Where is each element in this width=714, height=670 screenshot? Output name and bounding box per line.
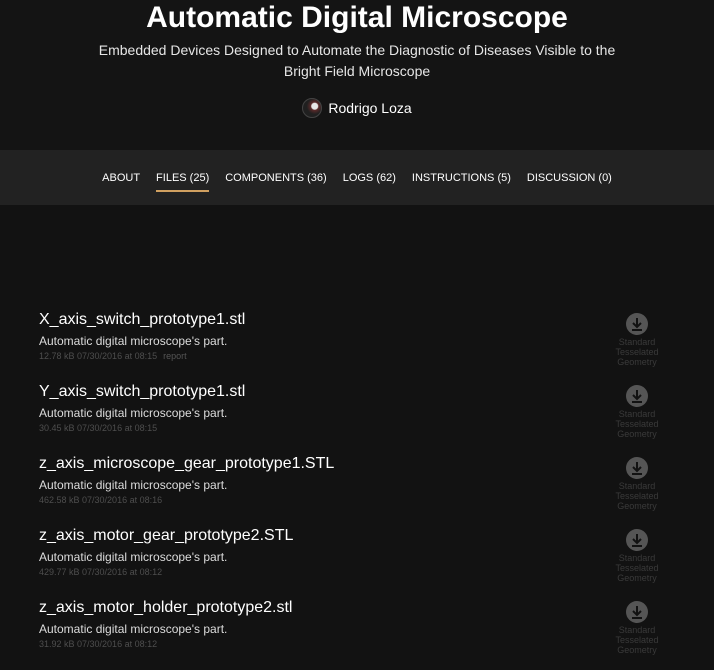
file-size-date: 12.78 kB 07/30/2016 at 08:15 (39, 351, 158, 361)
list-item: X_axis_switch_prototype1.stl Automatic d… (0, 310, 714, 382)
page-title: Automatic Digital Microscope (146, 1, 568, 34)
list-item: Y_axis_switch_prototype1.stl Automatic d… (0, 382, 714, 454)
author-name[interactable]: Rodrigo Loza (328, 100, 411, 116)
avatar[interactable] (302, 98, 323, 118)
author[interactable]: Rodrigo Loza (0, 98, 714, 118)
download-button[interactable]: Standard Tesselated Geometry (609, 385, 665, 439)
tab-logs[interactable]: LOGS (62) (335, 150, 404, 205)
project-header: Automatic Digital Microscope Embedded De… (0, 0, 714, 150)
download-icon[interactable] (626, 457, 648, 479)
download-button[interactable]: Standard Tesselated Geometry (609, 601, 665, 655)
tab-components[interactable]: COMPONENTS (36) (217, 150, 334, 205)
list-item: z_axis_motor_gear_prototype2.STL Automat… (0, 526, 714, 598)
tab-files[interactable]: FILES (25) (148, 150, 217, 205)
download-icon[interactable] (626, 313, 648, 335)
file-format: Standard Tesselated Geometry (615, 625, 659, 655)
file-format: Standard Tesselated Geometry (615, 409, 659, 439)
file-format: Standard Tesselated Geometry (615, 553, 659, 583)
project-nav: ABOUT FILES (25) COMPONENTS (36) LOGS (6… (0, 150, 714, 205)
page-subtitle: Embedded Devices Designed to Automate th… (98, 42, 616, 79)
tab-instructions[interactable]: INSTRUCTIONS (5) (404, 150, 519, 205)
list-item: z_axis_microscope_gear_prototype1.STL Au… (0, 454, 714, 526)
download-icon[interactable] (626, 529, 648, 551)
download-icon[interactable] (626, 601, 648, 623)
download-icon[interactable] (626, 385, 648, 407)
tab-discussion[interactable]: DISCUSSION (0) (519, 150, 620, 205)
download-button[interactable]: Standard Tesselated Geometry (609, 457, 665, 511)
download-button[interactable]: Standard Tesselated Geometry (609, 529, 665, 583)
download-button[interactable]: Standard Tesselated Geometry (609, 313, 665, 367)
tab-about[interactable]: ABOUT (94, 150, 148, 205)
report-link[interactable]: report (163, 351, 187, 361)
file-format: Standard Tesselated Geometry (615, 337, 659, 367)
file-list: X_axis_switch_prototype1.stl Automatic d… (0, 310, 714, 670)
file-format: Standard Tesselated Geometry (615, 481, 659, 511)
list-item: z_axis_motor_holder_prototype2.stl Autom… (0, 598, 714, 670)
